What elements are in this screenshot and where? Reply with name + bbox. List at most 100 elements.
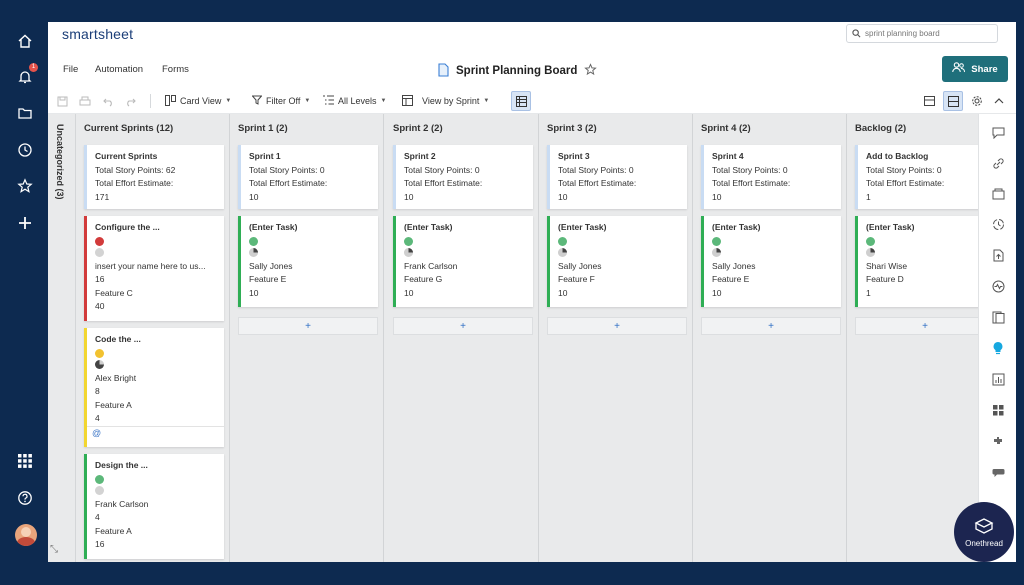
progress-pie-icon bbox=[404, 248, 413, 257]
search-input[interactable]: sprint planning board bbox=[846, 24, 998, 43]
card-size-toggle[interactable] bbox=[943, 91, 963, 111]
chat-icon[interactable] bbox=[989, 463, 1007, 481]
add-card-button[interactable]: + bbox=[855, 317, 978, 335]
report-icon[interactable] bbox=[989, 370, 1007, 388]
menu-forms[interactable]: Forms bbox=[162, 64, 189, 75]
levels-dropdown[interactable]: All Levels ▼ bbox=[323, 94, 386, 108]
lightbulb-icon[interactable] bbox=[989, 339, 1007, 357]
home-icon[interactable] bbox=[14, 30, 36, 52]
card-view-dropdown[interactable]: Card View ▼ bbox=[165, 94, 231, 108]
status-dot-icon bbox=[95, 236, 104, 246]
card-field: Feature A bbox=[95, 525, 132, 536]
menu-file[interactable]: File bbox=[63, 64, 78, 75]
card-field: insert your name here to us... bbox=[95, 260, 206, 271]
task-card[interactable]: Configure the ... insert your name here t… bbox=[84, 216, 224, 321]
progress-pie-icon bbox=[249, 248, 258, 257]
compact-view-icon[interactable] bbox=[924, 94, 935, 108]
progress-pie-icon bbox=[866, 248, 875, 257]
levels-label: All Levels bbox=[338, 96, 377, 106]
progress-pie-icon bbox=[95, 248, 104, 257]
grid-view-toggle[interactable] bbox=[511, 91, 531, 111]
redo-icon[interactable] bbox=[125, 94, 136, 108]
card-title: (Enter Task) bbox=[249, 222, 298, 232]
card-title: Sprint 4 bbox=[712, 151, 744, 161]
card-field: Alex Bright bbox=[95, 372, 137, 383]
status-dot-icon bbox=[95, 348, 104, 358]
star-icon[interactable] bbox=[14, 175, 36, 197]
summary-icon[interactable] bbox=[989, 308, 1007, 326]
task-card[interactable]: (Enter Task) Sally Jones Feature F 10 bbox=[547, 216, 687, 307]
view-by-dropdown[interactable]: View by Sprint ▼ bbox=[402, 94, 489, 108]
favorite-star-icon[interactable] bbox=[584, 63, 598, 79]
right-side-panel bbox=[978, 114, 1016, 562]
progress-pie-icon bbox=[558, 248, 567, 257]
plus-icon[interactable] bbox=[14, 212, 36, 234]
add-card-button[interactable]: + bbox=[238, 317, 378, 335]
filter-dropdown[interactable]: Filter Off ▼ bbox=[251, 94, 310, 108]
filter-label: Filter Off bbox=[266, 96, 301, 106]
app-window: smartsheet sprint planning board File Au… bbox=[48, 22, 1016, 562]
card-field: Total Story Points: 0 bbox=[404, 164, 480, 175]
share-button[interactable]: Share bbox=[942, 56, 1008, 82]
apps-grid-icon[interactable] bbox=[14, 450, 36, 472]
summary-card[interactable]: Sprint 1 Total Story Points: 0 Total Effor… bbox=[238, 145, 378, 209]
add-card-button[interactable]: + bbox=[393, 317, 533, 335]
smartsheet-logo[interactable]: smartsheet bbox=[62, 26, 133, 42]
card-field: Feature C bbox=[95, 287, 133, 298]
folder-icon[interactable] bbox=[14, 102, 36, 124]
add-card-button[interactable]: + bbox=[701, 317, 841, 335]
card-title: Add to Backlog bbox=[866, 151, 929, 161]
card-field: Shari Wise bbox=[866, 260, 908, 271]
uncategorized-lane[interactable]: Uncategorized (3) bbox=[48, 114, 76, 562]
card-view-label: Card View bbox=[180, 96, 222, 106]
task-card[interactable]: Design the ... Frank Carlson 4 Feature A 16 bbox=[84, 454, 224, 559]
card-field: Total Story Points: 0 bbox=[712, 164, 788, 175]
add-card-button[interactable]: + bbox=[547, 317, 687, 335]
upload-icon[interactable] bbox=[989, 246, 1007, 264]
onethread-watermark: Onethread bbox=[954, 502, 1014, 562]
card-field: Total Story Points: 0 bbox=[558, 164, 634, 175]
mention-icon[interactable]: @ bbox=[87, 425, 224, 440]
summary-card[interactable]: Sprint 4 Total Story Points: 0 Total Effor… bbox=[701, 145, 841, 209]
puzzle-icon[interactable] bbox=[989, 432, 1007, 450]
pulse-icon[interactable] bbox=[989, 277, 1007, 295]
lane-title: Sprint 3 (2) bbox=[547, 123, 597, 134]
summary-card[interactable]: Sprint 3 Total Story Points: 0 Total Effor… bbox=[547, 145, 687, 209]
settings-gear-icon[interactable] bbox=[971, 94, 983, 108]
summary-card[interactable]: Sprint 2 Total Story Points: 0 Total Effor… bbox=[393, 145, 533, 209]
card-field: Total Effort Estimate: bbox=[404, 178, 483, 188]
progress-pie-icon bbox=[95, 486, 104, 495]
progress-pie-icon bbox=[712, 248, 721, 257]
lane-title: Sprint 4 (2) bbox=[701, 123, 751, 134]
print-icon[interactable] bbox=[79, 94, 91, 108]
help-icon[interactable] bbox=[14, 487, 36, 509]
task-card[interactable]: (Enter Task) Shari Wise Feature D 1 bbox=[855, 216, 978, 307]
bell-icon[interactable]: 1 bbox=[14, 63, 38, 88]
task-card[interactable]: Code the ... Alex Bright 8 Feature A 4 @ bbox=[84, 328, 224, 447]
task-card[interactable]: (Enter Task) Sally Jones Feature E 10 bbox=[238, 216, 378, 307]
task-card[interactable]: (Enter Task) Frank Carlson Feature G 10 bbox=[393, 216, 533, 307]
collapse-chevron-up-icon[interactable] bbox=[994, 94, 1004, 108]
expand-icon[interactable]: ⤡ bbox=[50, 544, 62, 556]
share-label: Share bbox=[971, 63, 998, 75]
clock-icon[interactable] bbox=[14, 139, 36, 161]
card-title: (Enter Task) bbox=[712, 222, 761, 232]
card-field: Feature F bbox=[558, 274, 595, 284]
summary-card[interactable]: Current Sprints Total Story Points: 62 Tot… bbox=[84, 145, 224, 209]
undo-icon[interactable] bbox=[103, 94, 114, 108]
grid-icon[interactable] bbox=[989, 401, 1007, 419]
menu-automation[interactable]: Automation bbox=[95, 64, 143, 75]
link-icon[interactable] bbox=[989, 154, 1007, 172]
card-field: Feature G bbox=[404, 274, 443, 284]
task-card[interactable]: (Enter Task) Sally Jones Feature E 10 bbox=[701, 216, 841, 307]
avatar[interactable] bbox=[15, 524, 37, 546]
comment-icon[interactable] bbox=[989, 124, 1007, 142]
card-field: 10 bbox=[712, 287, 722, 298]
card-field: 8 bbox=[95, 386, 100, 396]
activity-icon[interactable] bbox=[989, 215, 1007, 233]
summary-card[interactable]: Add to Backlog Total Story Points: 0 Total… bbox=[855, 145, 978, 209]
card-field: Sally Jones bbox=[712, 260, 756, 271]
attachment-icon[interactable] bbox=[989, 185, 1007, 203]
card-board: Uncategorized (3) ⤡ Current Sprints (12)… bbox=[48, 114, 978, 562]
save-icon[interactable] bbox=[57, 94, 68, 108]
